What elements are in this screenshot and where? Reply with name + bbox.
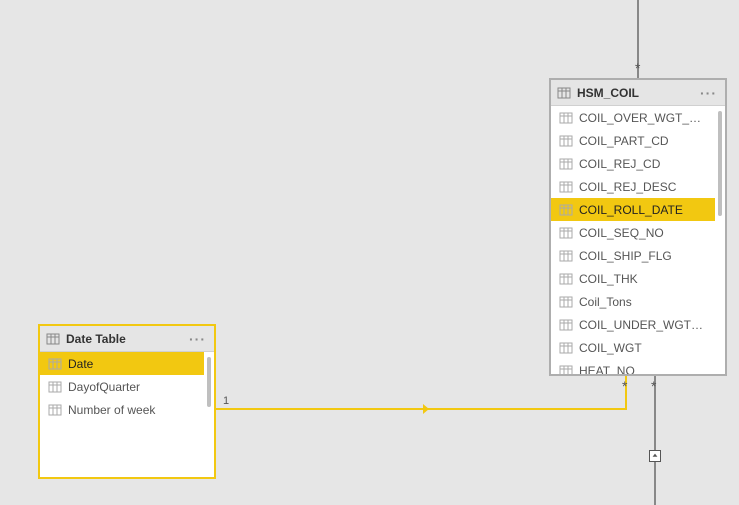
relationship-arrow-icon <box>423 404 429 414</box>
field-label: COIL_WGT <box>579 341 707 355</box>
column-icon <box>559 249 573 263</box>
column-icon <box>559 111 573 125</box>
table-title: Date Table <box>66 332 187 346</box>
scrollbar-thumb[interactable] <box>207 357 211 407</box>
column-icon <box>559 341 573 355</box>
field-row-coil-over-wgt-flg[interactable]: COIL_OVER_WGT_FLG <box>551 106 715 129</box>
column-icon <box>559 203 573 217</box>
table-header[interactable]: HSM_COIL ··· <box>551 80 725 106</box>
field-row-coil-rej-desc[interactable]: COIL_REJ_DESC <box>551 175 715 198</box>
field-row-coil-seq-no[interactable]: COIL_SEQ_NO <box>551 221 715 244</box>
field-list: COIL_OVER_WGT_FLG COIL_PART_CD COIL_REJ_CD… <box>551 106 725 374</box>
column-icon <box>559 157 573 171</box>
field-row-coil-thk[interactable]: COIL_THK <box>551 267 715 290</box>
field-label: COIL_OVER_WGT_FLG <box>579 111 707 125</box>
column-icon <box>559 295 573 309</box>
field-row-coil-tons[interactable]: Coil_Tons <box>551 290 715 313</box>
field-label: HEAT_NO <box>579 364 707 375</box>
column-icon <box>48 357 62 371</box>
column-icon <box>559 180 573 194</box>
field-label: COIL_REJ_DESC <box>579 180 707 194</box>
relationship-line-bottom <box>654 376 656 505</box>
field-row-number-of-week[interactable]: Number of week <box>40 398 204 421</box>
field-row-heat-no[interactable]: HEAT_NO <box>551 359 715 374</box>
field-row-coil-wgt[interactable]: COIL_WGT <box>551 336 715 359</box>
table-card-date-table[interactable]: Date Table ··· Date DayofQuarter Number of… <box>38 324 216 479</box>
field-label: Date <box>68 357 196 371</box>
field-row-coil-ship-flg[interactable]: COIL_SHIP_FLG <box>551 244 715 267</box>
column-icon <box>48 380 62 394</box>
cardinality-star-top-a: * <box>635 60 640 76</box>
field-row-coil-under-wgt-flg[interactable]: COIL_UNDER_WGT_FLG <box>551 313 715 336</box>
column-icon <box>559 318 573 332</box>
cardinality-one: 1 <box>223 395 229 407</box>
more-options-icon[interactable]: ··· <box>698 88 719 98</box>
column-icon <box>559 272 573 286</box>
table-icon <box>46 332 60 346</box>
column-icon <box>559 134 573 148</box>
field-row-dayofquarter[interactable]: DayofQuarter <box>40 375 204 398</box>
field-label: COIL_THK <box>579 272 707 286</box>
field-row-coil-roll-date[interactable]: COIL_ROLL_DATE <box>551 198 715 221</box>
field-row-coil-part-cd[interactable]: COIL_PART_CD <box>551 129 715 152</box>
field-label: COIL_UNDER_WGT_FLG <box>579 318 707 332</box>
field-label: COIL_ROLL_DATE <box>579 203 707 217</box>
table-title: HSM_COIL <box>577 86 698 100</box>
field-label: COIL_REJ_CD <box>579 157 707 171</box>
field-row-date[interactable]: Date <box>40 352 204 375</box>
filter-direction-icon <box>649 450 661 462</box>
column-icon <box>559 226 573 240</box>
field-row-coil-rej-cd[interactable]: COIL_REJ_CD <box>551 152 715 175</box>
field-list: Date DayofQuarter Number of week <box>40 352 214 477</box>
scrollbar-thumb[interactable] <box>718 111 722 216</box>
table-card-hsm-coil[interactable]: HSM_COIL ··· COIL_OVER_WGT_FLG COIL_PART_… <box>549 78 727 376</box>
column-icon <box>559 364 573 375</box>
table-header[interactable]: Date Table ··· <box>40 326 214 352</box>
column-icon <box>48 403 62 417</box>
field-label: COIL_SEQ_NO <box>579 226 707 240</box>
cardinality-star-bottom: * <box>651 378 656 394</box>
relationship-line-h-left[interactable] <box>216 408 625 410</box>
field-label: Coil_Tons <box>579 295 707 309</box>
cardinality-star-bottom-b: * <box>622 378 627 394</box>
table-icon <box>557 86 571 100</box>
more-options-icon[interactable]: ··· <box>187 334 208 344</box>
field-label: COIL_SHIP_FLG <box>579 249 707 263</box>
field-label: DayofQuarter <box>68 380 196 394</box>
field-label: Number of week <box>68 403 196 417</box>
field-label: COIL_PART_CD <box>579 134 707 148</box>
